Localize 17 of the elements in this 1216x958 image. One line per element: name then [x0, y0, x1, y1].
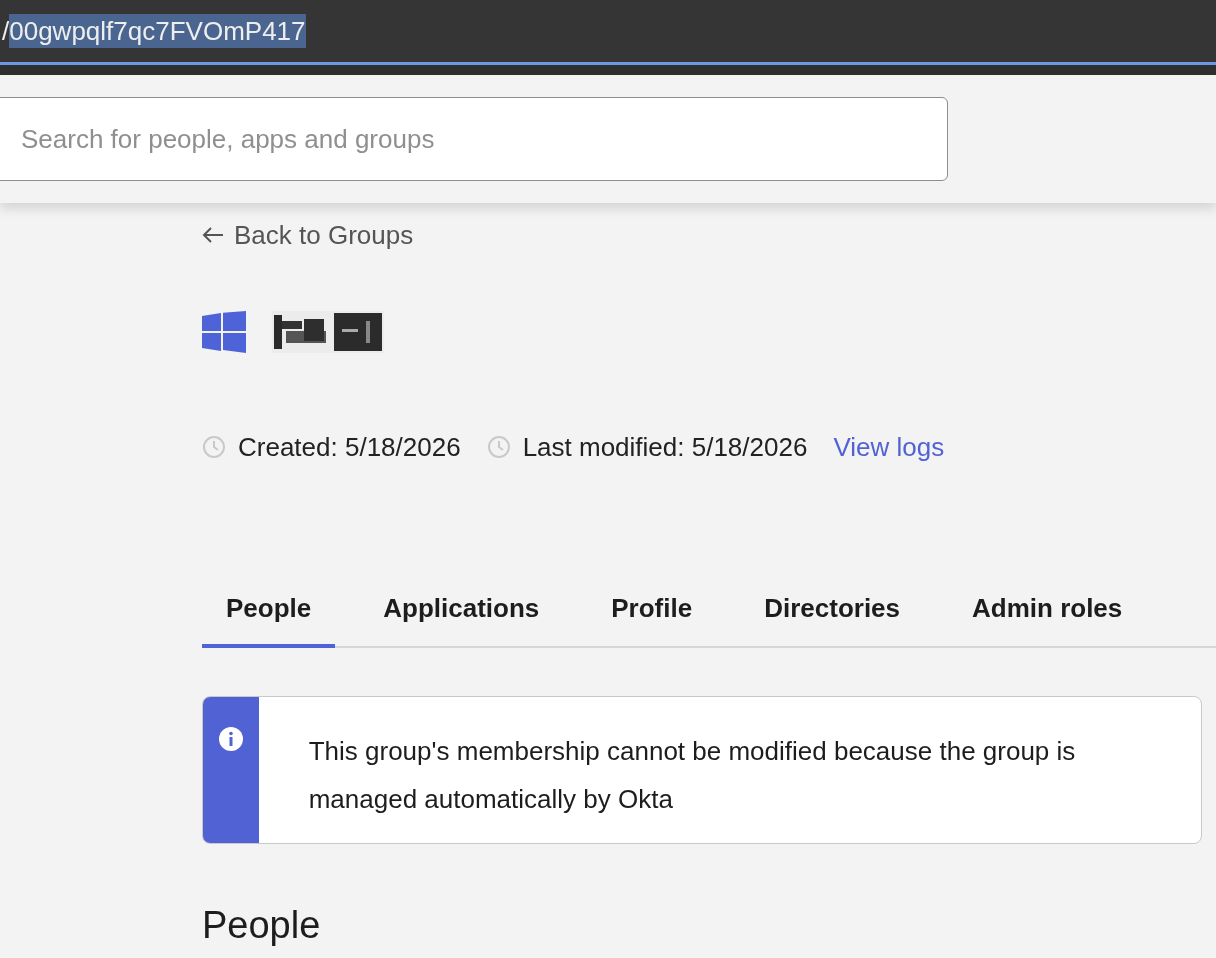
tab[interactable]: Profile	[587, 585, 717, 648]
arrow-left-icon	[202, 226, 224, 244]
clock-icon	[202, 435, 226, 459]
notice-text: This group's membership cannot be modified because the group is managed automatically by Okta	[307, 735, 1077, 816]
search-field[interactable]: Search for people, apps and groups	[0, 97, 948, 181]
tab[interactable]: Applications	[359, 585, 564, 648]
windows-logo-icon	[202, 311, 246, 353]
info-icon	[218, 727, 243, 751]
back-link[interactable]: Back to Groups	[202, 213, 414, 257]
section-heading: People	[202, 904, 322, 947]
created-date: Created: 5/18/2026	[238, 431, 461, 463]
tab[interactable]: Directories	[740, 585, 925, 648]
modified-date: Last modified: 5/18/2026	[522, 431, 808, 463]
view-logs-link[interactable]: View logs	[833, 431, 945, 463]
clock-icon	[486, 435, 511, 459]
tab[interactable]: Admin roles	[948, 585, 1147, 648]
tab[interactable]: People	[202, 585, 336, 648]
